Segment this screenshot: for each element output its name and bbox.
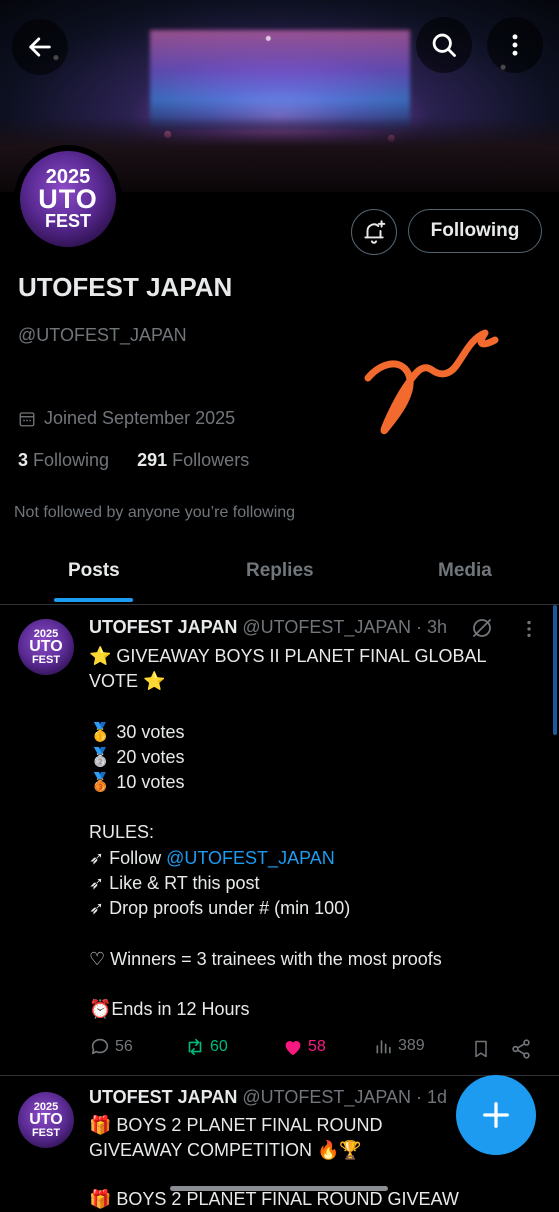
post-avatar[interactable]: 2025 UTO FEST <box>18 619 74 675</box>
more-vertical-icon <box>512 34 518 56</box>
reply-icon <box>91 1038 109 1055</box>
post-handle-time: @UTOFEST_JAPAN · 3h <box>242 617 448 637</box>
followers-link[interactable]: 291 Followers <box>137 450 249 470</box>
orange-scribble-annotation <box>364 329 499 435</box>
heart-icon <box>285 1041 301 1056</box>
post-avatar[interactable]: 2025 UTO FEST <box>18 1092 74 1148</box>
bell-plus-icon <box>364 220 386 244</box>
post-line: 🥉 10 votes <box>89 772 185 793</box>
views-button[interactable]: 389 <box>374 1036 425 1056</box>
mention-link[interactable]: @UTOFEST_JAPAN <box>166 848 335 868</box>
post-avatar-line2: FEST <box>31 1126 61 1139</box>
avatar-line2: FEST <box>44 210 91 231</box>
post-text: ⭐ GIVEAWAY BOYS II PLANET FINAL GLOBAL V… <box>89 644 509 1022</box>
scrollbar[interactable] <box>553 605 557 735</box>
like-button[interactable]: 58 <box>282 1036 326 1058</box>
home-indicator[interactable] <box>170 1186 388 1191</box>
search-button[interactable] <box>416 17 472 73</box>
repost-count: 60 <box>210 1038 228 1055</box>
tab-replies[interactable]: Replies <box>246 560 314 582</box>
profile-display-name: UTOFEST JAPAN <box>18 272 233 302</box>
post-line: ➶ Drop proofs under # (min 100) <box>89 898 351 919</box>
avatar-logo: 2025 UTO FEST <box>20 151 116 247</box>
post-divider <box>0 1075 559 1076</box>
profile-tabs: Posts Replies Media <box>0 548 559 605</box>
avatar-line1: UTO <box>38 184 98 215</box>
post-line: ➶ Like & RT this post <box>89 873 260 894</box>
joined-date: Joined September 2025 <box>18 408 235 429</box>
share-icon[interactable] <box>510 1038 532 1060</box>
post-header: UTOFEST JAPAN @UTOFEST_JAPAN · 1d <box>89 1087 447 1108</box>
following-link[interactable]: 3 Following <box>18 450 109 470</box>
post-avatar-line1: UTO <box>29 1111 63 1129</box>
reply-count: 56 <box>115 1038 133 1055</box>
repost-icon <box>188 1038 202 1056</box>
post-line: ♡ Winners = 3 trainees with the most pro… <box>89 948 442 969</box>
bookmark-icon[interactable] <box>471 1038 491 1060</box>
plus-icon <box>483 1102 509 1128</box>
post-line: 🎁 BOYS 2 PLANET FINAL ROUND GIVEAWAY COM… <box>89 1115 388 1161</box>
search-icon <box>432 33 456 57</box>
post-avatar-line2: FEST <box>31 653 61 666</box>
joined-text: Joined September 2025 <box>44 408 236 428</box>
active-tab-indicator <box>54 598 133 602</box>
more-options-button[interactable] <box>487 17 543 73</box>
post-author-name[interactable]: UTOFEST JAPAN <box>89 1087 237 1107</box>
views-icon <box>376 1040 391 1054</box>
followers-count: 291 <box>137 450 168 470</box>
not-followed-note: Not followed by anyone you’re following <box>14 504 296 521</box>
compose-post-button[interactable] <box>456 1075 536 1155</box>
post-line: 🥇 30 votes <box>89 721 185 742</box>
arrow-left-icon <box>29 37 51 57</box>
following-label: Following <box>33 450 110 470</box>
post-actions: 56 60 58 389 <box>89 1036 539 1062</box>
post-avatar-line1: UTO <box>29 638 63 656</box>
like-count: 58 <box>308 1038 326 1055</box>
profile-avatar[interactable]: 2025 UTO FEST <box>14 145 122 253</box>
grok-icon[interactable] <box>470 616 494 640</box>
post-header: UTOFEST JAPAN @UTOFEST_JAPAN · 3h <box>89 617 447 638</box>
calendar-icon <box>19 411 35 426</box>
post-handle-time: @UTOFEST_JAPAN · 1d <box>242 1087 448 1107</box>
tab-media[interactable]: Media <box>438 560 492 582</box>
follow-stats: 3 Following 291 Followers <box>18 450 249 471</box>
post-line-text: ➶ Follow <box>89 847 167 868</box>
view-count: 389 <box>398 1037 425 1054</box>
post-more-icon[interactable] <box>518 618 540 640</box>
following-count: 3 <box>18 450 29 470</box>
followers-label: Followers <box>172 450 250 470</box>
post-line: 🥈 20 votes <box>89 746 185 767</box>
reply-button[interactable]: 56 <box>89 1036 133 1058</box>
post-line: ➶ Follow @UTOFEST_JAPAN <box>89 846 509 871</box>
post-line: RULES: <box>89 822 155 843</box>
post-author-name[interactable]: UTOFEST JAPAN <box>89 617 237 637</box>
post-line: ⏰Ends in 12 Hours <box>89 998 250 1019</box>
repost-button[interactable]: 60 <box>184 1036 228 1058</box>
tab-posts[interactable]: Posts <box>68 560 120 582</box>
post-line: ⭐ GIVEAWAY BOYS II PLANET FINAL GLOBAL V… <box>89 646 491 692</box>
back-button[interactable] <box>12 19 68 75</box>
notifications-bell-button[interactable] <box>351 209 397 255</box>
following-button[interactable]: Following <box>408 209 542 253</box>
post-text: 🎁 BOYS 2 PLANET FINAL ROUND GIVEAWAY COM… <box>89 1113 469 1209</box>
profile-handle: @UTOFEST_JAPAN <box>18 325 187 345</box>
